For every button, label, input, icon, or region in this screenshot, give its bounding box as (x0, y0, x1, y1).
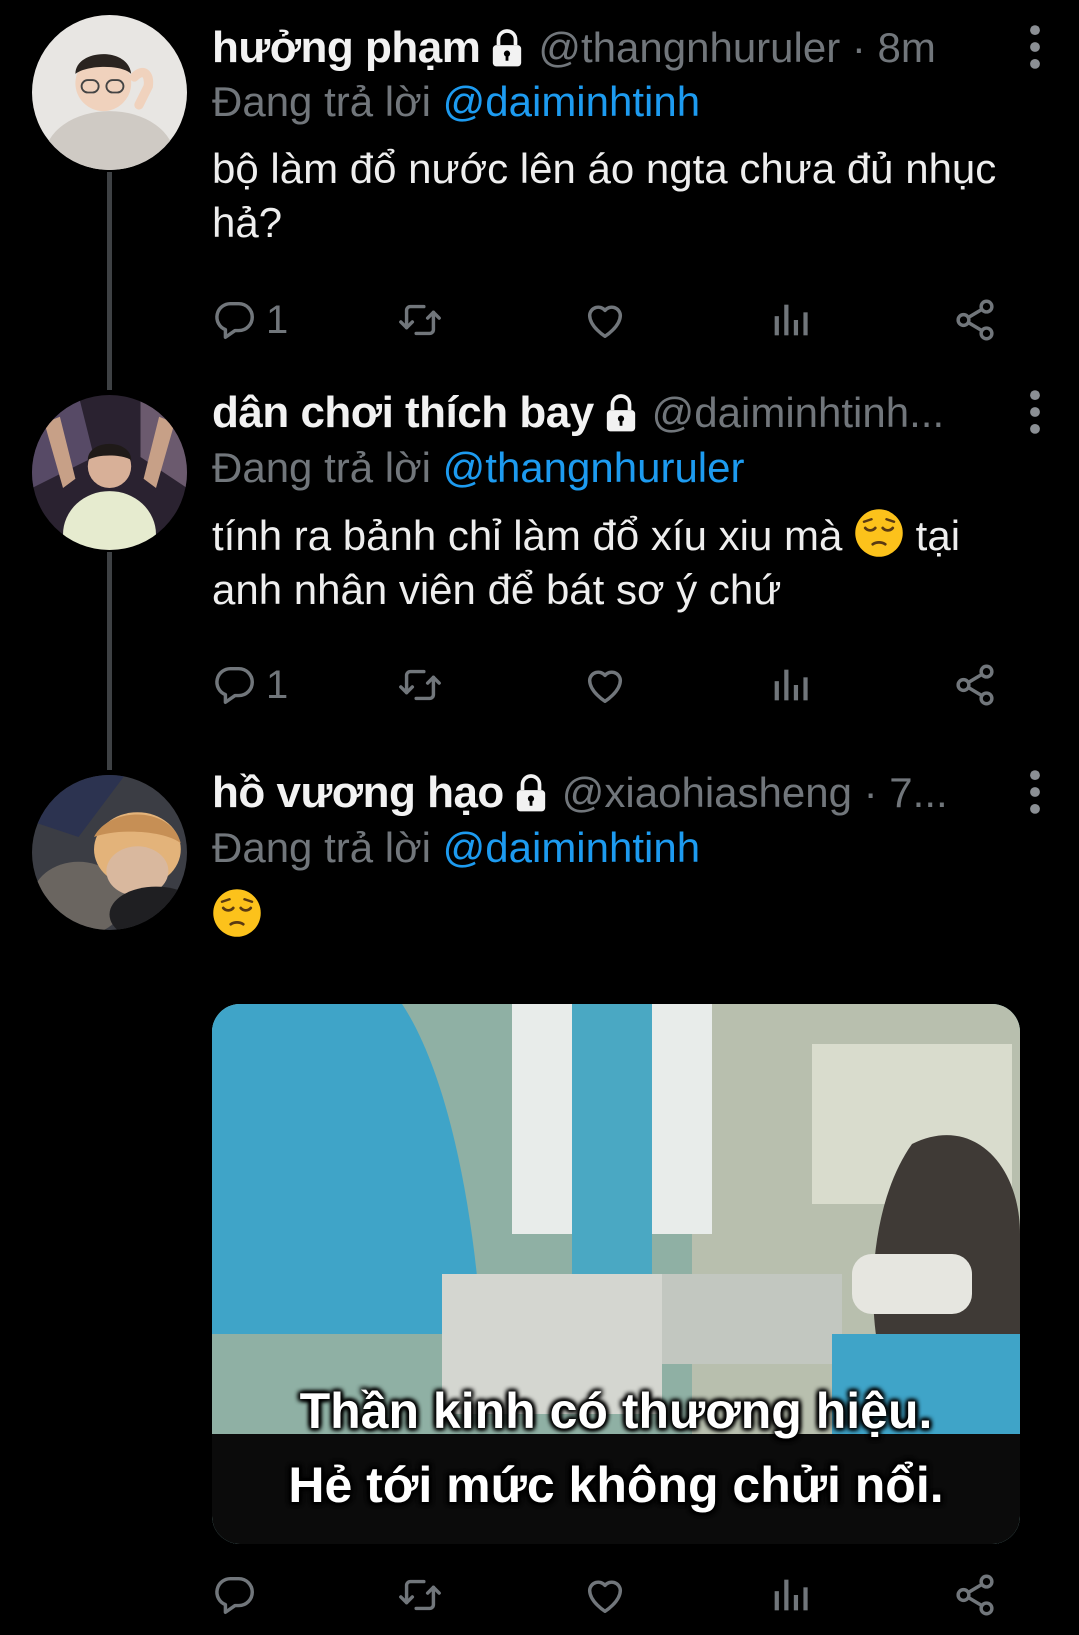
share-button[interactable] (952, 660, 998, 710)
avatar[interactable] (32, 395, 187, 550)
reply-count: 1 (266, 297, 289, 342)
lock-icon (490, 28, 524, 68)
analytics-icon (767, 297, 813, 343)
media-caption: Thần kinh có thương hiệu. (299, 1383, 933, 1439)
reply-button[interactable]: 1 (212, 660, 288, 710)
timestamp[interactable]: 8m (878, 24, 936, 71)
tweet-actions: 1 (212, 660, 1012, 710)
pensive-face-emoji (854, 508, 904, 558)
reply-prefix: Đang trả lời (212, 444, 431, 491)
lock-icon (604, 393, 638, 433)
tweet-text: tính ra bảnh chỉ làm đổ xíu xiu mà tại a… (212, 508, 1009, 617)
avatar-photo (32, 15, 187, 170)
replying-to: Đang trả lời @daiminhtinh (212, 824, 700, 872)
reply-count: 1 (266, 662, 289, 707)
heart-icon (582, 662, 628, 708)
display-name[interactable]: hưởng phạm (212, 23, 481, 73)
reply-mention[interactable]: @daiminhtinh (443, 824, 700, 871)
avatar-photo (32, 775, 187, 930)
tweet-header: hồ vương hạo @xiaohiasheng · 7... (212, 763, 1049, 823)
display-name[interactable]: dân chơi thích bay (212, 388, 594, 438)
share-icon (952, 297, 998, 343)
views-button[interactable] (767, 660, 813, 710)
replying-to: Đang trả lời @daiminhtinh (212, 78, 700, 126)
share-icon (952, 662, 998, 708)
views-button[interactable] (767, 1570, 813, 1620)
username[interactable]: @xiaohiasheng · 7... (562, 769, 948, 817)
tweet-text: bộ làm đổ nước lên áo ngta chưa đủ nhục … (212, 145, 997, 246)
tweet-header: dân chơi thích bay @daiminhtinh... (212, 383, 1049, 443)
tweet-text-part: tính ra bảnh chỉ làm đổ xíu xiu mà (212, 512, 843, 559)
heart-icon (582, 297, 628, 343)
tweet[interactable]: hồ vương hạo @xiaohiasheng · 7... Đang t… (0, 760, 1079, 1635)
more-icon[interactable] (1021, 389, 1049, 435)
more-icon[interactable] (1021, 24, 1049, 70)
pensive-face-emoji (212, 888, 262, 938)
retweet-icon (397, 1572, 443, 1618)
display-name[interactable]: hồ vương hạo (212, 768, 504, 818)
retweet-button[interactable] (397, 1570, 443, 1620)
analytics-icon (767, 1572, 813, 1618)
avatar-photo (32, 395, 187, 550)
like-button[interactable] (582, 1570, 628, 1620)
tweet[interactable]: dân chơi thích bay @daiminhtinh... Đang … (0, 380, 1079, 760)
avatar[interactable] (32, 775, 187, 930)
share-button[interactable] (952, 1570, 998, 1620)
username[interactable]: @thangnhuruler · 8m (538, 24, 936, 72)
retweet-icon (397, 297, 443, 343)
media-caption: Hẻ tới mức không chửi nổi. (288, 1457, 944, 1513)
more-icon[interactable] (1021, 769, 1049, 815)
replying-to: Đang trả lời @thangnhuruler (212, 444, 744, 492)
reply-icon (212, 662, 258, 708)
avatar[interactable] (32, 15, 187, 170)
lock-icon (514, 773, 548, 813)
tweet[interactable]: hưởng phạm @thangnhuruler · 8m Đang trả … (0, 0, 1079, 390)
like-button[interactable] (582, 660, 628, 710)
tweet-actions: 1 (212, 295, 1012, 345)
retweet-icon (397, 662, 443, 708)
share-icon (952, 1572, 998, 1618)
reply-icon (212, 297, 258, 343)
reply-icon (212, 1572, 258, 1618)
share-button[interactable] (952, 295, 998, 345)
reply-mention[interactable]: @thangnhuruler (443, 444, 745, 491)
tweet-text (212, 888, 999, 943)
heart-icon (582, 1572, 628, 1618)
reply-prefix: Đang trả lời (212, 78, 431, 125)
reply-prefix: Đang trả lời (212, 824, 431, 871)
reply-button[interactable] (212, 1570, 258, 1620)
views-button[interactable] (767, 295, 813, 345)
reply-button[interactable]: 1 (212, 295, 288, 345)
retweet-button[interactable] (397, 295, 443, 345)
tweet-actions (212, 1570, 1012, 1620)
timestamp[interactable]: 7... (889, 769, 947, 816)
username[interactable]: @daiminhtinh... (652, 389, 944, 437)
tweet-media-image[interactable]: Thần kinh có thương hiệu. Hẻ tới mức khô… (212, 1004, 1020, 1544)
analytics-icon (767, 662, 813, 708)
tweet-header: hưởng phạm @thangnhuruler · 8m (212, 18, 1049, 78)
reply-mention[interactable]: @daiminhtinh (443, 78, 700, 125)
like-button[interactable] (582, 295, 628, 345)
retweet-button[interactable] (397, 660, 443, 710)
